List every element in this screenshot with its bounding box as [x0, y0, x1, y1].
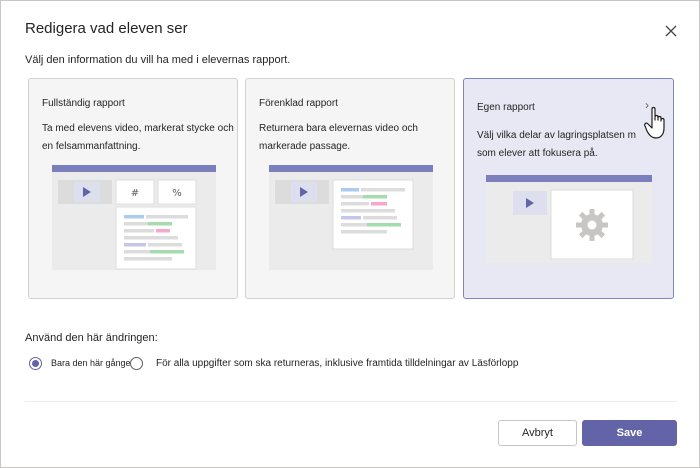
card-title: Fullständig rapport	[42, 98, 125, 109]
divider	[25, 401, 677, 402]
percent-tile-label: %	[172, 188, 182, 199]
card-description: Ta med elevens video, markerat stycke oc…	[42, 123, 234, 152]
card-full-report[interactable]: Fullständig rapport Ta med elevens video…	[28, 78, 238, 299]
simplified-report-illustration	[269, 165, 433, 270]
save-button[interactable]: Save	[582, 420, 677, 446]
card-simplified-report[interactable]: Förenklad rapport Returnera bara elevern…	[245, 78, 455, 299]
card-description: Välj vilka delar av lagringsplatsen m so…	[477, 130, 636, 159]
card-custom-report[interactable]: Egen rapport › Välj vilka delar av lagri…	[463, 78, 674, 299]
custom-report-illustration	[486, 175, 652, 263]
radio-this-time-only[interactable]	[29, 357, 42, 370]
cancel-button[interactable]: Avbryt	[498, 420, 577, 446]
card-title: Egen rapport	[477, 102, 535, 113]
full-report-illustration: # %	[52, 165, 216, 270]
settings-gear-icon	[576, 209, 608, 241]
hash-tile-label: #	[131, 188, 139, 199]
radio-all-assignments[interactable]	[130, 357, 143, 370]
dialog-subtitle: Välj den information du vill ha med i el…	[25, 54, 291, 66]
card-description: Returnera bara elevernas video och marke…	[259, 123, 418, 152]
close-icon[interactable]	[661, 21, 681, 41]
dialog-title: Redigera vad eleven ser	[25, 20, 188, 37]
card-title: Förenklad rapport	[259, 98, 338, 109]
radio-label-this-time-only: Bara den här gången	[51, 358, 136, 368]
radio-label-all-assignments: För alla uppgifter som ska returneras, i…	[156, 358, 519, 369]
apply-change-label: Använd den här ändringen:	[25, 332, 158, 344]
edit-report-dialog: Redigera vad eleven ser Välj den informa…	[0, 0, 700, 468]
